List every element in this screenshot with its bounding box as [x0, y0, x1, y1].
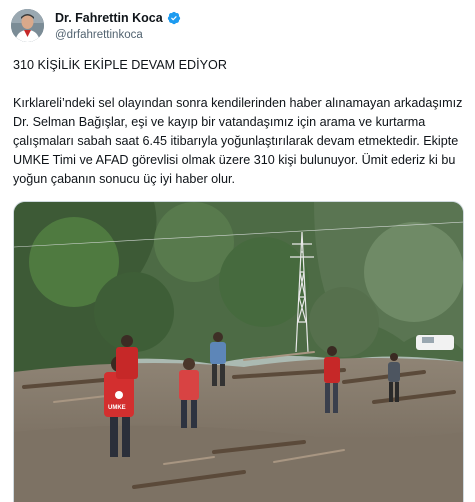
tweet-author: Dr. Fahrettin Koca @drfahrettinkoca — [55, 10, 181, 41]
tweet-text: 310 KİŞİLİK EKİPLE DEVAM EDİYOR Kırklare… — [13, 56, 468, 189]
author-handle[interactable]: @drfahrettinkoca — [55, 29, 181, 41]
avatar[interactable] — [11, 9, 44, 42]
author-display-name[interactable]: Dr. Fahrettin Koca — [55, 11, 163, 25]
vest-text: UMKE — [108, 405, 126, 411]
verified-badge-icon[interactable] — [167, 11, 181, 25]
tweet-body: Kırklareli’ndeki sel olayından sonra ken… — [13, 96, 463, 186]
tweet-headline: 310 KİŞİLİK EKİPLE DEVAM EDİYOR — [13, 58, 227, 72]
tweet-photo[interactable]: UMKE — [13, 201, 464, 502]
